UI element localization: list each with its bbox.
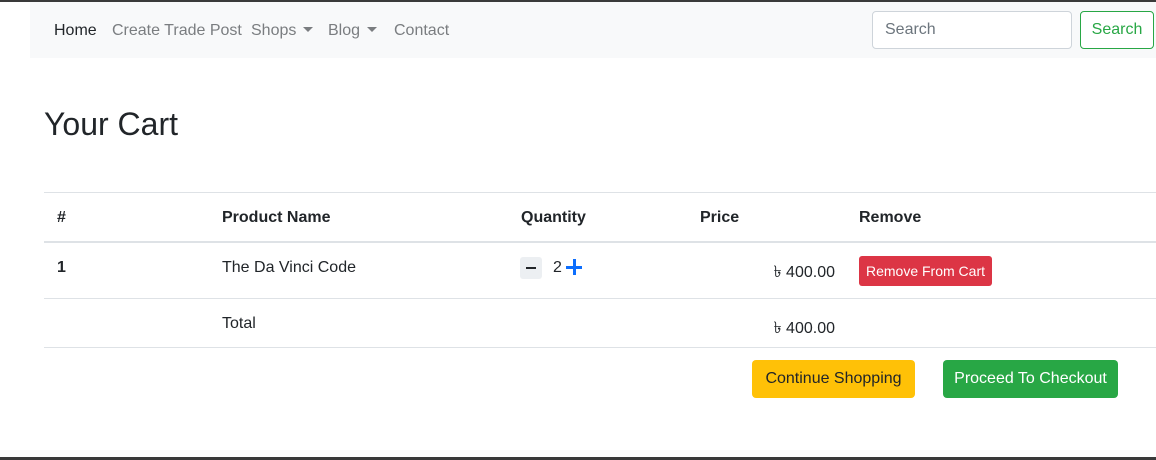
column-header-index: # xyxy=(57,209,66,226)
table-row-divider xyxy=(44,298,1156,299)
continue-shopping-button[interactable]: Continue Shopping xyxy=(752,360,915,398)
item-price: ৳ 400.00 xyxy=(773,264,835,281)
table-bottom-border xyxy=(44,347,1156,348)
total-label: Total xyxy=(222,315,256,332)
navbar: Home Create Trade Post Shops Blog Contac… xyxy=(30,2,1156,58)
nav-home-link[interactable]: Home xyxy=(54,22,97,40)
table-header-divider xyxy=(44,241,1156,243)
product-name: The Da Vinci Code xyxy=(222,259,356,276)
proceed-to-checkout-button[interactable]: Proceed To Checkout xyxy=(943,360,1118,398)
chevron-down-icon xyxy=(367,27,378,32)
nav-blog-dropdown[interactable]: Blog xyxy=(328,22,378,40)
page-title: Your Cart xyxy=(44,106,178,142)
row-index: 1 xyxy=(57,259,66,276)
chevron-down-icon xyxy=(303,27,314,32)
search-input[interactable] xyxy=(872,11,1072,49)
column-header-quantity: Quantity xyxy=(521,209,586,226)
nav-shops-label: Shops xyxy=(251,22,297,39)
column-header-product-name: Product Name xyxy=(222,209,331,226)
search-button[interactable]: Search xyxy=(1080,11,1154,49)
nav-create-trade-post-link[interactable]: Create Trade Post xyxy=(112,22,242,40)
table-top-border xyxy=(44,192,1156,193)
nav-blog-label: Blog xyxy=(328,22,361,39)
total-value: ৳ 400.00 xyxy=(773,320,835,337)
decrease-quantity-button[interactable] xyxy=(520,257,542,279)
increase-quantity-button[interactable] xyxy=(566,259,582,275)
quantity-value: 2 xyxy=(553,259,562,276)
remove-from-cart-button[interactable]: Remove From Cart xyxy=(859,256,992,286)
nav-shops-dropdown[interactable]: Shops xyxy=(251,22,314,40)
column-header-remove: Remove xyxy=(859,209,922,226)
nav-contact-link[interactable]: Contact xyxy=(394,22,449,40)
column-header-price: Price xyxy=(700,209,740,226)
